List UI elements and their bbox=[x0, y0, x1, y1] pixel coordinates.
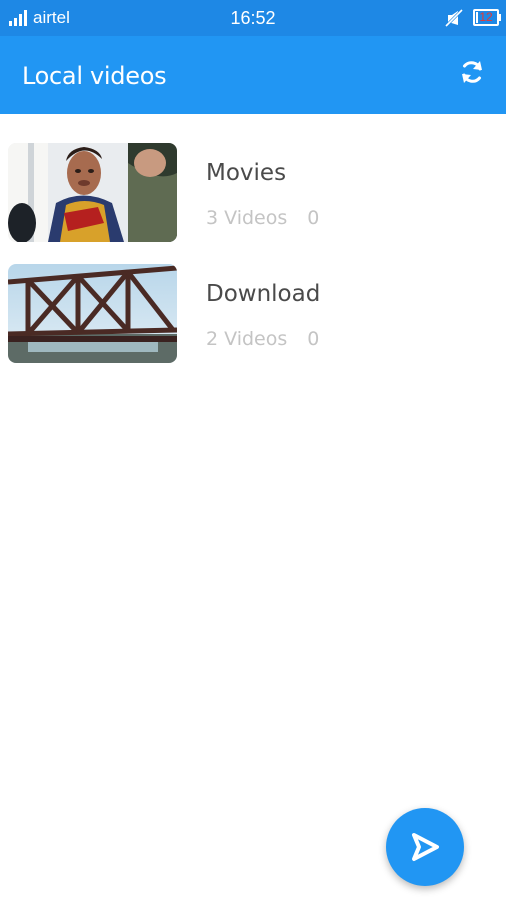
folder-meta: 3 Videos 0 bbox=[206, 206, 319, 230]
page-title: Local videos bbox=[22, 62, 167, 90]
folder-meta: 2 Videos 0 bbox=[206, 327, 319, 351]
app-bar: Local videos bbox=[0, 36, 506, 114]
battery-nub bbox=[498, 14, 501, 21]
folder-item-movies[interactable]: Movies 3 Videos 0 bbox=[0, 114, 506, 242]
status-bar: airtel 16:52 12 bbox=[0, 0, 506, 36]
mute-icon bbox=[444, 8, 464, 28]
thumbnail-person-icon bbox=[8, 143, 177, 242]
battery-icon: 12 bbox=[473, 9, 499, 26]
status-clock: 16:52 bbox=[230, 8, 276, 28]
refresh-icon bbox=[462, 61, 482, 83]
folder-size: 0 bbox=[307, 207, 320, 229]
play-fab-button[interactable] bbox=[386, 808, 464, 886]
folder-name: Download bbox=[206, 281, 321, 307]
folder-list: Movies 3 Videos 0 Download 2 Videos 0 bbox=[0, 114, 506, 363]
folder-size: 0 bbox=[307, 328, 320, 350]
folder-name: Movies bbox=[206, 160, 287, 186]
folder-item-download[interactable]: Download 2 Videos 0 bbox=[0, 235, 506, 363]
battery-percent: 12 bbox=[479, 10, 493, 24]
video-count: 3 Videos bbox=[206, 207, 288, 229]
play-icon bbox=[412, 833, 439, 861]
refresh-button[interactable] bbox=[452, 52, 492, 92]
thumbnail-bridge-icon bbox=[8, 264, 177, 363]
video-count: 2 Videos bbox=[206, 328, 288, 350]
local-videos-screen: airtel 16:52 12 Local videos Movies 3 Vi… bbox=[0, 0, 506, 900]
